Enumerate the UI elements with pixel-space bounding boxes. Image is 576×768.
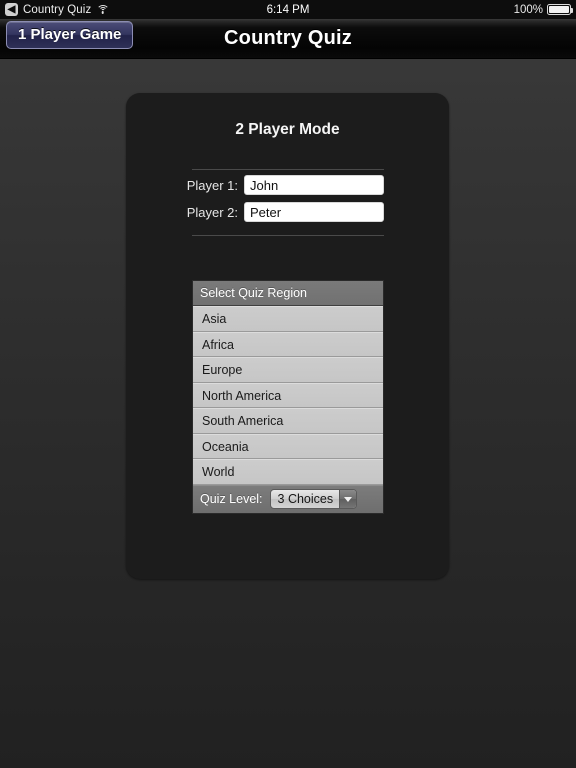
list-item-world[interactable]: World (193, 459, 383, 485)
battery-percent-label: 100% (513, 3, 543, 16)
player2-field-row: Player 2: (126, 202, 449, 222)
quiz-region-list: Select Quiz Region Asia Africa Europe No… (192, 280, 384, 514)
player1-input[interactable] (244, 175, 384, 195)
list-item-africa[interactable]: Africa (193, 331, 383, 357)
nav-bar: 1 Player Game Country Quiz (0, 19, 576, 59)
divider-top (192, 169, 384, 170)
status-bar: ◀ Country Quiz 6:14 PM 100% (0, 0, 576, 19)
player1-label: Player 1: (186, 177, 238, 193)
list-item-europe[interactable]: Europe (193, 357, 383, 383)
status-time: 6:14 PM (266, 3, 310, 16)
status-bar-right: 100% (513, 3, 573, 16)
quiz-level-label: Quiz Level: (200, 492, 263, 506)
panel-title: 2 Player Mode (235, 121, 340, 138)
list-item-asia[interactable]: Asia (193, 306, 383, 332)
player2-label: Player 2: (186, 204, 238, 220)
two-player-setup-panel: 2 Player Mode Player 1: Player 2: Select… (126, 93, 449, 579)
player1-field-row: Player 1: (126, 175, 449, 195)
divider-bottom (192, 235, 384, 236)
quiz-level-select[interactable]: 3 Choices4 Choices5 Choices (269, 489, 357, 509)
quiz-region-list-header: Select Quiz Region (193, 281, 383, 306)
list-item-south-america[interactable]: South America (193, 408, 383, 434)
quiz-level-footer: Quiz Level: 3 Choices4 Choices5 Choices (193, 484, 383, 513)
battery-icon (547, 4, 573, 15)
list-item-oceania[interactable]: Oceania (193, 433, 383, 459)
quiz-level-select-wrap: 3 Choices4 Choices5 Choices (269, 489, 357, 509)
list-item-north-america[interactable]: North America (193, 382, 383, 408)
page-title: Country Quiz (224, 27, 352, 49)
player2-input[interactable] (244, 202, 384, 222)
